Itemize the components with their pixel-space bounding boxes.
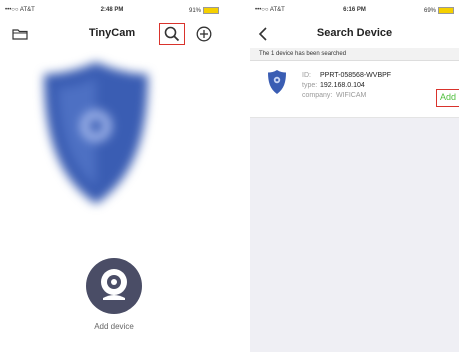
battery-percent: 69% (423, 8, 436, 15)
search-device-screen: •••○○ AT&T 6:16 PM 69% Search Device The… (250, 0, 459, 352)
device-info: ID: PPRT-058568-WVBPF type: 192.168.0.104 … (302, 71, 391, 101)
search-button[interactable] (159, 23, 185, 45)
page-title: Search Device (316, 27, 393, 39)
status-bar: •••○○ AT&T 2:48 PM 91% (0, 0, 224, 20)
shield-device-icon (268, 70, 286, 94)
battery-icon (203, 7, 219, 14)
device-id-line: ID: PPRT-058568-WVBPF (302, 71, 391, 81)
nav-bar: TinyCam (0, 20, 224, 48)
status-right: 91% (189, 7, 219, 14)
search-icon (164, 26, 180, 42)
device-id: PPRT-058568-WVBPF (320, 72, 392, 79)
shield-logo-icon (44, 62, 148, 204)
battery-percent: 91% (188, 8, 201, 15)
company-label: company: (302, 92, 333, 99)
tinycam-home-screen: •••○○ AT&T 2:48 PM 91% TinyCam Add devic… (0, 0, 224, 352)
device-type-line: type: 192.168.0.104 (302, 81, 391, 91)
status-bar: •••○○ AT&T 6:16 PM 69% (250, 0, 459, 20)
webcam-icon (101, 269, 127, 300)
device-list-item[interactable]: ID: PPRT-058568-WVBPF type: 192.168.0.104 … (250, 61, 459, 118)
add-button[interactable]: Add (436, 89, 459, 107)
battery-icon (438, 7, 454, 14)
device-company-line: company: WIFICAM (302, 91, 391, 101)
add-device-label: Add device (94, 322, 134, 331)
add-circle-icon[interactable] (196, 26, 212, 42)
nav-bar: Search Device (250, 20, 459, 48)
id-label: ID: (302, 72, 311, 79)
add-device-button[interactable] (86, 258, 142, 314)
search-result-banner: The 1 device has been searched (250, 48, 459, 61)
device-company: WIFICAM (336, 92, 367, 99)
device-ip: 192.168.0.104 (320, 82, 365, 89)
type-label: type: (302, 82, 318, 89)
app-title: TinyCam (88, 27, 136, 39)
status-right: 69% (424, 7, 454, 14)
